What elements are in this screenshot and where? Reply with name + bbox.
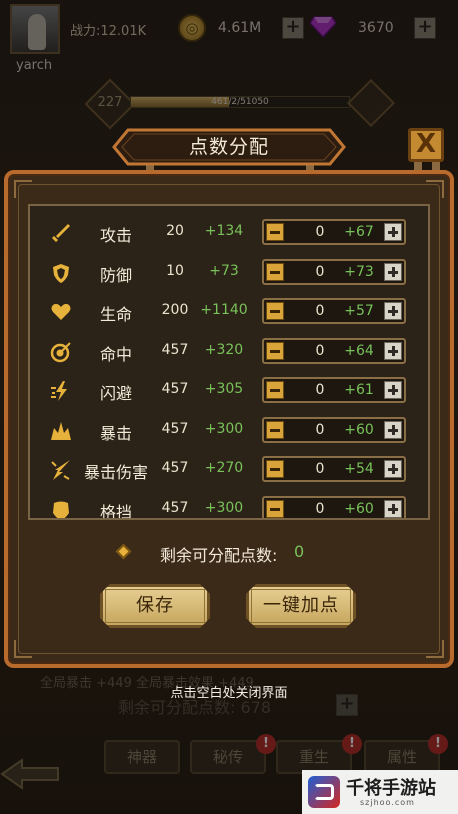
point-gain: +54: [344, 461, 374, 477]
attribute-bonus: +270: [204, 460, 244, 476]
attribute-row-accuracy: 命中 457 +320 0 +64: [30, 333, 428, 369]
allocated-points: 0: [315, 382, 325, 398]
attribute-name: 暴击: [99, 423, 132, 443]
attribute-list[interactable]: 攻击 20 +134 0 +67 防御 10 +73 0 +73 生命 200 …: [28, 204, 430, 520]
remaining-points-label: 剩余可分配点数:: [160, 546, 278, 565]
watermark-logo-icon: [308, 776, 340, 808]
point-gain: +61: [344, 382, 374, 398]
attribute-name: 暴击伤害: [83, 463, 148, 482]
watermark-url: szjhoo.com: [360, 798, 415, 807]
corner-ornament: [14, 640, 32, 658]
attribute-bonus: +134: [204, 223, 244, 239]
point-gain: +57: [344, 303, 374, 319]
points-stepper: 0 +73: [262, 258, 406, 285]
decrease-button[interactable]: [266, 341, 284, 360]
attribute-row-dodge: 闪避 457 +305 0 +61: [30, 372, 428, 408]
increase-button[interactable]: [384, 420, 402, 439]
attribute-row-crit: 暴击 457 +300 0 +60: [30, 412, 428, 448]
allocated-points: 0: [315, 342, 325, 359]
attribute-base: 10: [166, 262, 184, 279]
remaining-points-value: 0: [294, 542, 305, 561]
dodge-icon: [51, 381, 67, 401]
attribute-row-attack: 攻击 20 +134 0 +67: [30, 214, 428, 250]
allocated-points: 0: [315, 303, 325, 319]
attribute-bonus: +320: [204, 341, 244, 358]
sword-icon: [52, 224, 70, 242]
points-stepper: 0 +54: [262, 456, 406, 482]
crit-icon: [51, 421, 71, 440]
points-stepper: 0 +57: [262, 298, 406, 324]
decrease-button[interactable]: [266, 223, 284, 241]
attribute-base: 200: [161, 302, 189, 318]
shield-icon: [53, 263, 69, 283]
auto-allocate-button[interactable]: 一键加点: [246, 584, 356, 628]
point-gain: +67: [344, 224, 374, 240]
heart-icon: [51, 303, 71, 320]
attribute-bonus: +1140: [200, 302, 248, 318]
crit-damage-icon: [51, 460, 70, 480]
attribute-name: 生命: [99, 305, 132, 324]
decrease-button[interactable]: [266, 262, 284, 281]
attribute-row-block: 格挡 457 +300 0 +60: [30, 491, 428, 520]
decrease-button[interactable]: [266, 381, 284, 399]
decrease-button[interactable]: [266, 499, 284, 518]
attribute-bonus: +73: [209, 262, 239, 279]
allocated-points: 0: [315, 500, 325, 517]
watermark-logo-mark: [314, 784, 334, 800]
attribute-bonus: +300: [204, 420, 244, 437]
increase-button[interactable]: [384, 460, 402, 478]
site-watermark: 千将手游站 szjhoo.com: [302, 770, 458, 814]
decrease-button[interactable]: [266, 302, 284, 320]
watermark-title: 千将手游站: [346, 778, 436, 799]
decrease-button[interactable]: [266, 420, 284, 439]
attribute-name: 格挡: [99, 502, 132, 520]
corner-ornament: [426, 640, 444, 658]
increase-button[interactable]: [384, 302, 402, 320]
increase-button[interactable]: [384, 262, 402, 281]
attribute-bonus: +305: [204, 381, 244, 397]
increase-button[interactable]: [384, 499, 402, 518]
points-stepper: 0 +64: [262, 337, 406, 364]
attribute-base: 457: [161, 460, 189, 476]
points-stepper: 0 +67: [262, 219, 406, 245]
attribute-row-health: 生命 200 +1140 0 +57: [30, 293, 428, 329]
close-hint: 点击空白处关闭界面: [170, 686, 288, 701]
allocated-points: 0: [315, 461, 325, 477]
target-icon: [50, 341, 71, 362]
save-button[interactable]: 保存: [100, 584, 210, 628]
increase-button[interactable]: [384, 381, 402, 399]
attribute-base: 457: [161, 499, 189, 516]
attribute-row-crit-damage: 暴击伤害 457 +270 0 +54: [30, 451, 428, 487]
allocated-points: 0: [315, 263, 325, 280]
increase-button[interactable]: [384, 341, 402, 360]
points-stepper: 0 +61: [262, 377, 406, 403]
attribute-base: 20: [166, 223, 184, 239]
dialog-title: 点数分配: [188, 136, 269, 158]
point-gain: +60: [344, 421, 374, 438]
attribute-name: 防御: [99, 265, 132, 285]
increase-button[interactable]: [384, 223, 402, 241]
decrease-button[interactable]: [266, 460, 284, 478]
points-stepper: 0 +60: [262, 416, 406, 443]
attribute-name: 攻击: [99, 226, 132, 245]
attribute-base: 457: [161, 341, 189, 358]
attribute-base: 457: [161, 381, 189, 397]
point-gain: +60: [344, 500, 374, 517]
attribute-row-defense: 防御 10 +73 0 +73: [30, 254, 428, 290]
point-gain: +73: [344, 263, 374, 280]
points-stepper: 0 +60: [262, 495, 406, 518]
corner-ornament: [426, 180, 444, 198]
dialog-title-plate: 点数分配: [112, 128, 346, 166]
attribute-name: 命中: [99, 344, 132, 364]
point-gain: +64: [344, 342, 374, 359]
attribute-base: 457: [161, 420, 189, 437]
attribute-bonus: +300: [204, 499, 244, 516]
corner-ornament: [14, 180, 32, 198]
allocated-points: 0: [315, 224, 325, 240]
block-icon: [53, 501, 69, 518]
attribute-name: 闪避: [99, 384, 132, 403]
allocated-points: 0: [315, 421, 325, 438]
close-button[interactable]: X: [408, 128, 444, 162]
